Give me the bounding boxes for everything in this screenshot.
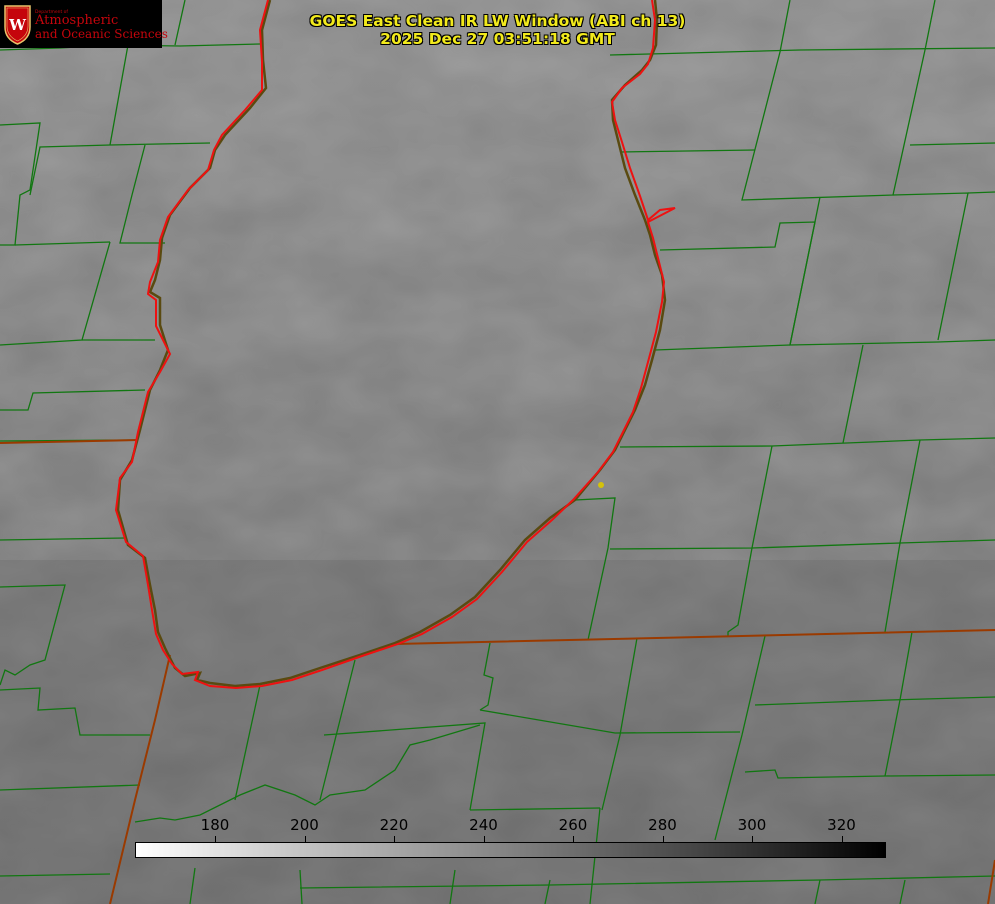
colorbar — [135, 842, 886, 858]
logo-line1: Atmospheric — [35, 13, 119, 28]
uw-crest-icon: W — [4, 5, 31, 45]
location-marker — [598, 482, 604, 488]
aos-logo[interactable]: W Department of Atmospheric and Oceanic … — [0, 0, 168, 48]
logo-line2: and Oceanic Sciences — [35, 27, 168, 41]
svg-text:W: W — [8, 16, 27, 34]
satellite-map — [0, 0, 995, 904]
